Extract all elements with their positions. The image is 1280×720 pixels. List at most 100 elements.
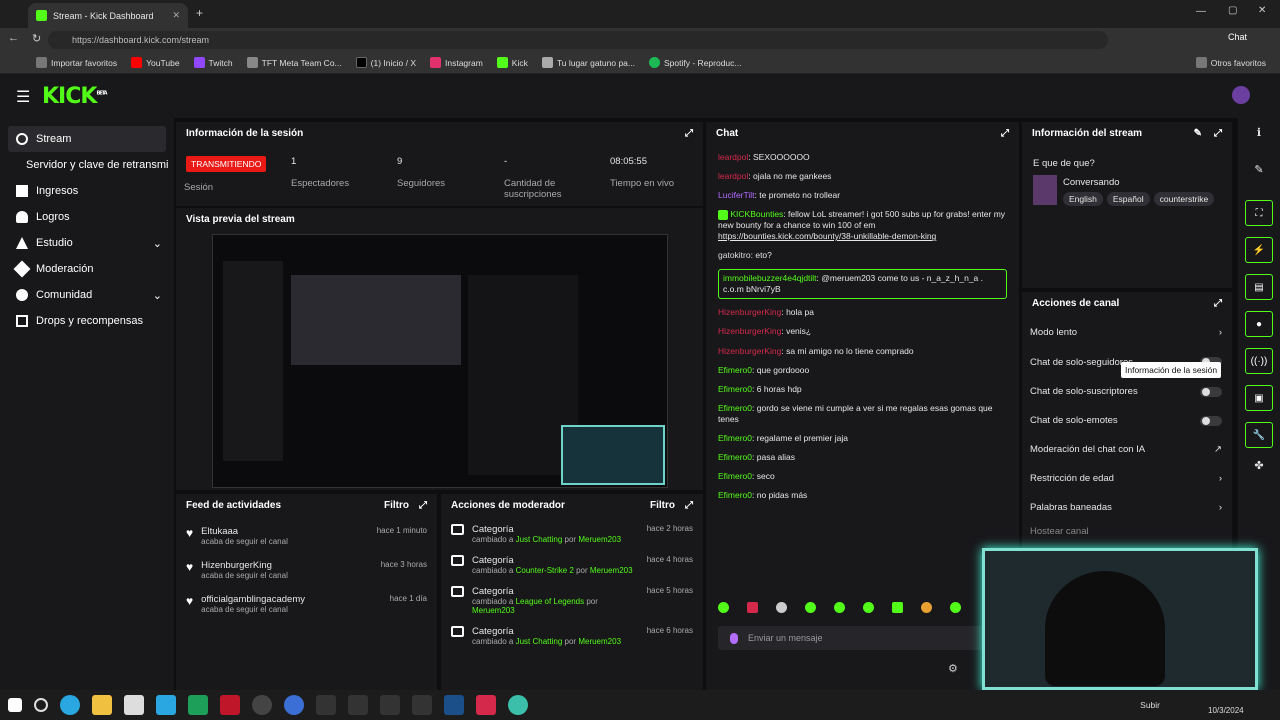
emote-icon[interactable] [776, 602, 787, 613]
sidebar-item-drops[interactable]: Drops y recompensas [0, 308, 174, 334]
bookmark-x[interactable]: (1) Inicio / X [355, 57, 416, 68]
minimize-icon[interactable]: — [1196, 6, 1206, 17]
back-icon[interactable]: ← [8, 32, 19, 44]
avatar[interactable] [1232, 86, 1250, 104]
bookmark-import[interactable]: Importar favoritos [36, 57, 117, 68]
emote-icon[interactable] [718, 602, 729, 613]
stream-preview-video[interactable] [212, 234, 668, 488]
folder-icon[interactable] [92, 695, 112, 715]
emote-icon[interactable] [805, 602, 816, 613]
expand-icon[interactable]: ⤢ [1214, 298, 1222, 309]
app-icon[interactable] [348, 695, 368, 715]
riot-icon[interactable] [476, 695, 496, 715]
new-tab-icon[interactable]: + [196, 6, 203, 20]
edit-icon[interactable]: ✎ [1194, 128, 1202, 139]
chevron-down-icon[interactable]: ⌄ [153, 237, 162, 250]
chrome-icon[interactable] [284, 695, 304, 715]
list-item: Categoría cambiado a Just Chatting por Me… [451, 626, 693, 646]
rail-button[interactable]: ▤ [1245, 274, 1273, 300]
bookmark-other[interactable]: Otros favoritos [1195, 57, 1266, 68]
channel-item-slow[interactable]: Modo lento › [1030, 317, 1222, 347]
bookmark-twitch[interactable]: Twitch [193, 57, 233, 68]
mic-icon[interactable] [730, 632, 738, 644]
chat-input[interactable]: Enviar un mensaje [718, 626, 1008, 650]
channel-item-host[interactable]: Hostear canal [1030, 522, 1222, 540]
valorant-icon[interactable] [220, 695, 240, 715]
close-window-icon[interactable]: ✕ [1258, 5, 1266, 16]
maximize-icon[interactable]: ▢ [1228, 5, 1237, 16]
expand-icon[interactable]: ⤢ [685, 500, 693, 511]
channel-item-subs[interactable]: Chat de solo-suscriptores [1030, 377, 1222, 406]
emote-icon[interactable] [863, 602, 874, 613]
expand-icon[interactable]: ⤢ [1001, 128, 1009, 139]
channel-item-emotes[interactable]: Chat de solo-emotes [1030, 406, 1222, 435]
channel-item-age[interactable]: Restricción de edad › [1030, 464, 1222, 493]
store-icon[interactable] [124, 695, 144, 715]
bounty-link[interactable]: https://bounties.kick.com/bounty/38-unki… [718, 231, 936, 241]
browser-tab[interactable]: Stream - Kick Dashboard ✕ [28, 3, 188, 28]
app-icon[interactable] [412, 695, 432, 715]
rail-button[interactable]: ● [1245, 311, 1273, 337]
copilot-chat-button[interactable]: Chat [1228, 32, 1247, 42]
bookmark-tft[interactable]: TFT Meta Team Co... [246, 57, 342, 68]
emote-icon[interactable] [921, 602, 932, 613]
edge-active-icon[interactable] [508, 695, 528, 715]
mod-filter-button[interactable]: Filtro [650, 500, 675, 511]
heart-icon: ♥ [186, 526, 194, 540]
emotes-toggle[interactable] [1200, 415, 1222, 426]
chevron-down-icon[interactable]: ⌄ [153, 289, 162, 302]
excel-icon[interactable] [188, 695, 208, 715]
instagram-icon [430, 57, 441, 68]
sidebar-item-stream[interactable]: Stream [8, 126, 166, 152]
url-input[interactable]: https://dashboard.kick.com/stream [48, 31, 1108, 49]
rail-button[interactable]: ((·)) [1245, 348, 1273, 374]
sidebar-item-ingresos[interactable]: Ingresos [0, 178, 174, 204]
windows-start-icon[interactable] [8, 698, 22, 712]
bookmark-instagram[interactable]: Instagram [430, 57, 483, 68]
edge-icon[interactable] [60, 695, 80, 715]
activity-filter-button[interactable]: Filtro [384, 500, 409, 511]
rail-button[interactable]: ⛶ [1245, 200, 1273, 226]
emote-icon[interactable] [747, 602, 758, 613]
bookmark-gatuno[interactable]: Tu lugar gatuno pa... [541, 57, 635, 68]
channel-item-ai[interactable]: Moderación del chat con IA ↗ [1030, 435, 1222, 464]
reload-icon[interactable]: ↻ [32, 32, 41, 45]
taskbar-subir[interactable]: Subir [1140, 700, 1160, 710]
tag[interactable]: English [1063, 192, 1103, 206]
sidebar-item-estudio[interactable]: Estudio ⌄ [0, 230, 174, 256]
telegram-icon[interactable] [156, 695, 176, 715]
bookmark-kick[interactable]: Kick [496, 57, 528, 68]
expand-icon[interactable]: ⤢ [685, 128, 693, 139]
chat-settings-gear-icon[interactable]: ⚙ [948, 662, 958, 675]
emote-icon[interactable] [950, 602, 961, 613]
sidebar-item-moderacion[interactable]: Moderación [0, 256, 174, 282]
steam-icon[interactable] [444, 695, 464, 715]
app-icon[interactable] [380, 695, 400, 715]
rail-button[interactable]: ⚡ [1245, 237, 1273, 263]
expand-icon[interactable]: ⤢ [419, 500, 427, 511]
emote-icon[interactable] [892, 602, 903, 613]
sidebar-item-server[interactable]: Servidor y clave de retransmi [0, 152, 174, 178]
obs-icon[interactable] [252, 695, 272, 715]
bookmark-spotify[interactable]: Spotify - Reproduc... [649, 57, 741, 68]
channel-item-banned[interactable]: Palabras baneadas › [1030, 493, 1222, 522]
search-icon[interactable] [34, 698, 48, 712]
sidebar-item-comunidad[interactable]: Comunidad ⌄ [0, 282, 174, 308]
kick-logo[interactable]: KICKBETA [42, 84, 108, 109]
sidebar-item-logros[interactable]: Logros [0, 204, 174, 230]
subs-toggle[interactable] [1200, 386, 1222, 397]
tag[interactable]: counterstrike [1153, 192, 1215, 206]
puzzle-icon[interactable]: ✤ [1238, 459, 1280, 472]
expand-icon[interactable]: ⤢ [1214, 128, 1222, 139]
close-tab-icon[interactable]: ✕ [172, 10, 180, 21]
app-icon[interactable] [316, 695, 336, 715]
tag[interactable]: Español [1106, 192, 1150, 206]
pencil-icon[interactable]: ✎ [1238, 163, 1280, 176]
viewers-value: 1 [291, 156, 297, 167]
emote-icon[interactable] [834, 602, 845, 613]
rail-button[interactable]: 🔧 [1245, 422, 1273, 448]
info-icon[interactable]: ℹ [1238, 126, 1280, 139]
rail-button[interactable]: ▣ [1245, 385, 1273, 411]
bookmark-youtube[interactable]: YouTube [131, 57, 180, 68]
menu-icon[interactable]: ☰ [16, 87, 30, 107]
